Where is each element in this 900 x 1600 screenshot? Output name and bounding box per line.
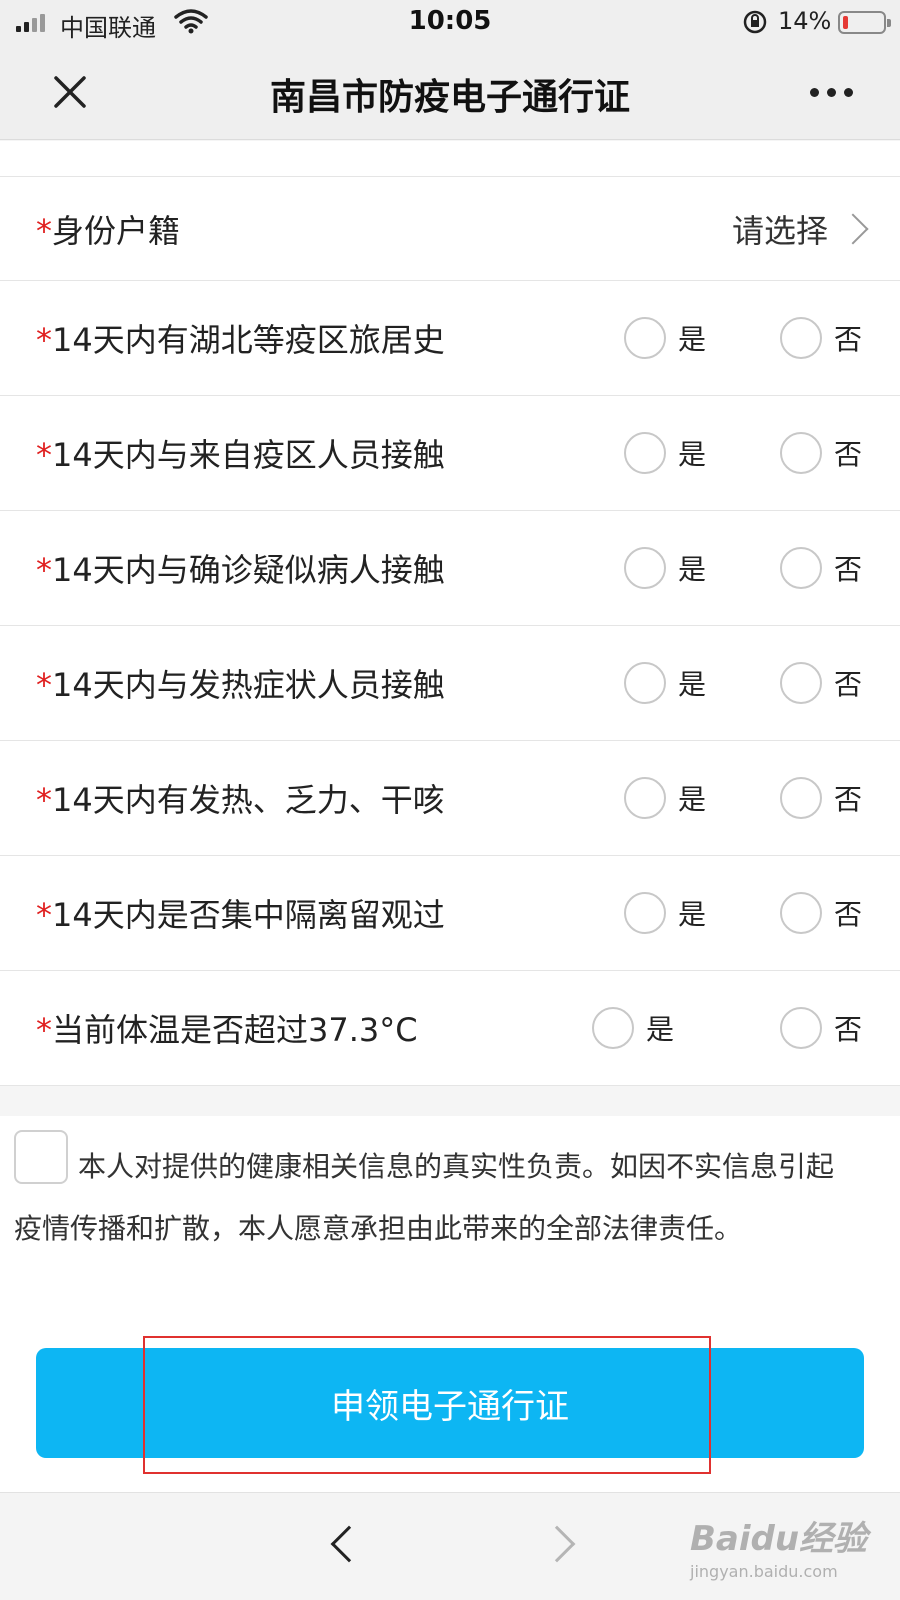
chevron-right-icon[interactable] <box>538 1525 576 1563</box>
option-yes[interactable]: 是 <box>624 546 706 590</box>
required-mark: * <box>36 321 52 359</box>
required-mark: * <box>36 666 52 704</box>
option-yes[interactable]: 是 <box>592 1006 674 1050</box>
declaration-checkbox[interactable] <box>14 1130 68 1184</box>
browser-bottom-bar: Baidu经验 jingyan.baidu.com <box>0 1492 900 1600</box>
option-no[interactable]: 否 <box>780 776 862 820</box>
nav-bar: 南昌市防疫电子通行证 <box>0 44 900 140</box>
declaration-section: 本人对提供的健康相关信息的真实性负责。如因不实信息引起疫情传播和扩散，本人愿意承… <box>0 1116 900 1306</box>
option-no[interactable]: 否 <box>780 546 862 590</box>
battery-icon <box>838 11 891 34</box>
radio-no[interactable] <box>780 777 822 819</box>
declaration-text: 本人对提供的健康相关信息的真实性负责。如因不实信息引起疫情传播和扩散，本人愿意承… <box>14 1150 835 1245</box>
required-mark: * <box>36 211 52 250</box>
watermark-brand: Baidu经验 <box>690 1519 868 1559</box>
option-no[interactable]: 否 <box>780 1006 862 1050</box>
chevron-right-icon <box>837 212 869 245</box>
question-row: *14天内与发热症状人员接触 是 否 <box>0 626 900 741</box>
required-mark: * <box>36 436 52 474</box>
radio-yes[interactable] <box>624 662 666 704</box>
page-title: 南昌市防疫电子通行证 <box>269 77 630 118</box>
option-no[interactable]: 否 <box>780 891 862 935</box>
identity-select[interactable]: 请选择 <box>732 206 828 252</box>
battery-percent: 14% <box>778 7 832 35</box>
question-row: *14天内有发热、乏力、干咳 是 否 <box>0 741 900 856</box>
radio-yes[interactable] <box>624 777 666 819</box>
radio-yes[interactable] <box>624 432 666 474</box>
required-mark: * <box>36 781 52 819</box>
question-row: *14天内与确诊疑似病人接触 是 否 <box>0 511 900 626</box>
submit-area: 申领电子通行证 <box>0 1306 900 1492</box>
identity-label: 身份户籍 <box>52 211 181 250</box>
question-label: 14天内与确诊疑似病人接触 <box>52 551 445 589</box>
option-no[interactable]: 否 <box>780 316 862 360</box>
option-no[interactable]: 否 <box>780 431 862 475</box>
option-yes[interactable]: 是 <box>624 776 706 820</box>
option-yes[interactable]: 是 <box>624 661 706 705</box>
question-label: 14天内有湖北等疫区旅居史 <box>52 321 445 359</box>
partial-row <box>0 141 900 177</box>
question-row: *当前体温是否超过37.3°C 是 否 <box>0 971 900 1086</box>
radio-yes[interactable] <box>624 892 666 934</box>
battery-level <box>843 16 848 29</box>
watermark: Baidu经验 jingyan.baidu.com <box>690 1511 867 1581</box>
more-icon[interactable] <box>806 80 858 104</box>
option-yes[interactable]: 是 <box>624 891 706 935</box>
question-label: 14天内是否集中隔离留观过 <box>52 896 445 934</box>
required-mark: * <box>36 1011 52 1049</box>
question-label: 14天内与来自疫区人员接触 <box>52 436 445 474</box>
question-label: 当前体温是否超过37.3°C <box>52 1011 418 1049</box>
required-mark: * <box>36 551 52 589</box>
health-form: *身份户籍 请选择 *14天内有湖北等疫区旅居史 是 否 *14天内与来自疫区人… <box>0 141 900 1086</box>
option-yes[interactable]: 是 <box>624 431 706 475</box>
radio-no[interactable] <box>780 892 822 934</box>
question-label: 14天内与发热症状人员接触 <box>52 666 445 704</box>
required-mark: * <box>36 896 52 934</box>
rotation-lock-icon <box>743 10 767 34</box>
option-yes[interactable]: 是 <box>624 316 706 360</box>
radio-no[interactable] <box>780 1007 822 1049</box>
identity-row[interactable]: *身份户籍 请选择 <box>0 177 900 281</box>
radio-no[interactable] <box>780 432 822 474</box>
question-row: *14天内与来自疫区人员接触 是 否 <box>0 396 900 511</box>
highlight-annotation-box <box>143 1336 711 1474</box>
radio-yes[interactable] <box>592 1007 634 1049</box>
option-no[interactable]: 否 <box>780 661 862 705</box>
radio-no[interactable] <box>780 662 822 704</box>
question-label: 14天内有发热、乏力、干咳 <box>52 781 445 819</box>
question-row: *14天内是否集中隔离留观过 是 否 <box>0 856 900 971</box>
watermark-site: jingyan.baidu.com <box>690 1562 838 1581</box>
status-bar: 中国联通 10:05 14% <box>0 0 900 44</box>
radio-no[interactable] <box>780 547 822 589</box>
radio-yes[interactable] <box>624 317 666 359</box>
question-row: *14天内有湖北等疫区旅居史 是 否 <box>0 281 900 396</box>
chevron-left-icon[interactable] <box>330 1525 368 1563</box>
radio-yes[interactable] <box>624 547 666 589</box>
radio-no[interactable] <box>780 317 822 359</box>
